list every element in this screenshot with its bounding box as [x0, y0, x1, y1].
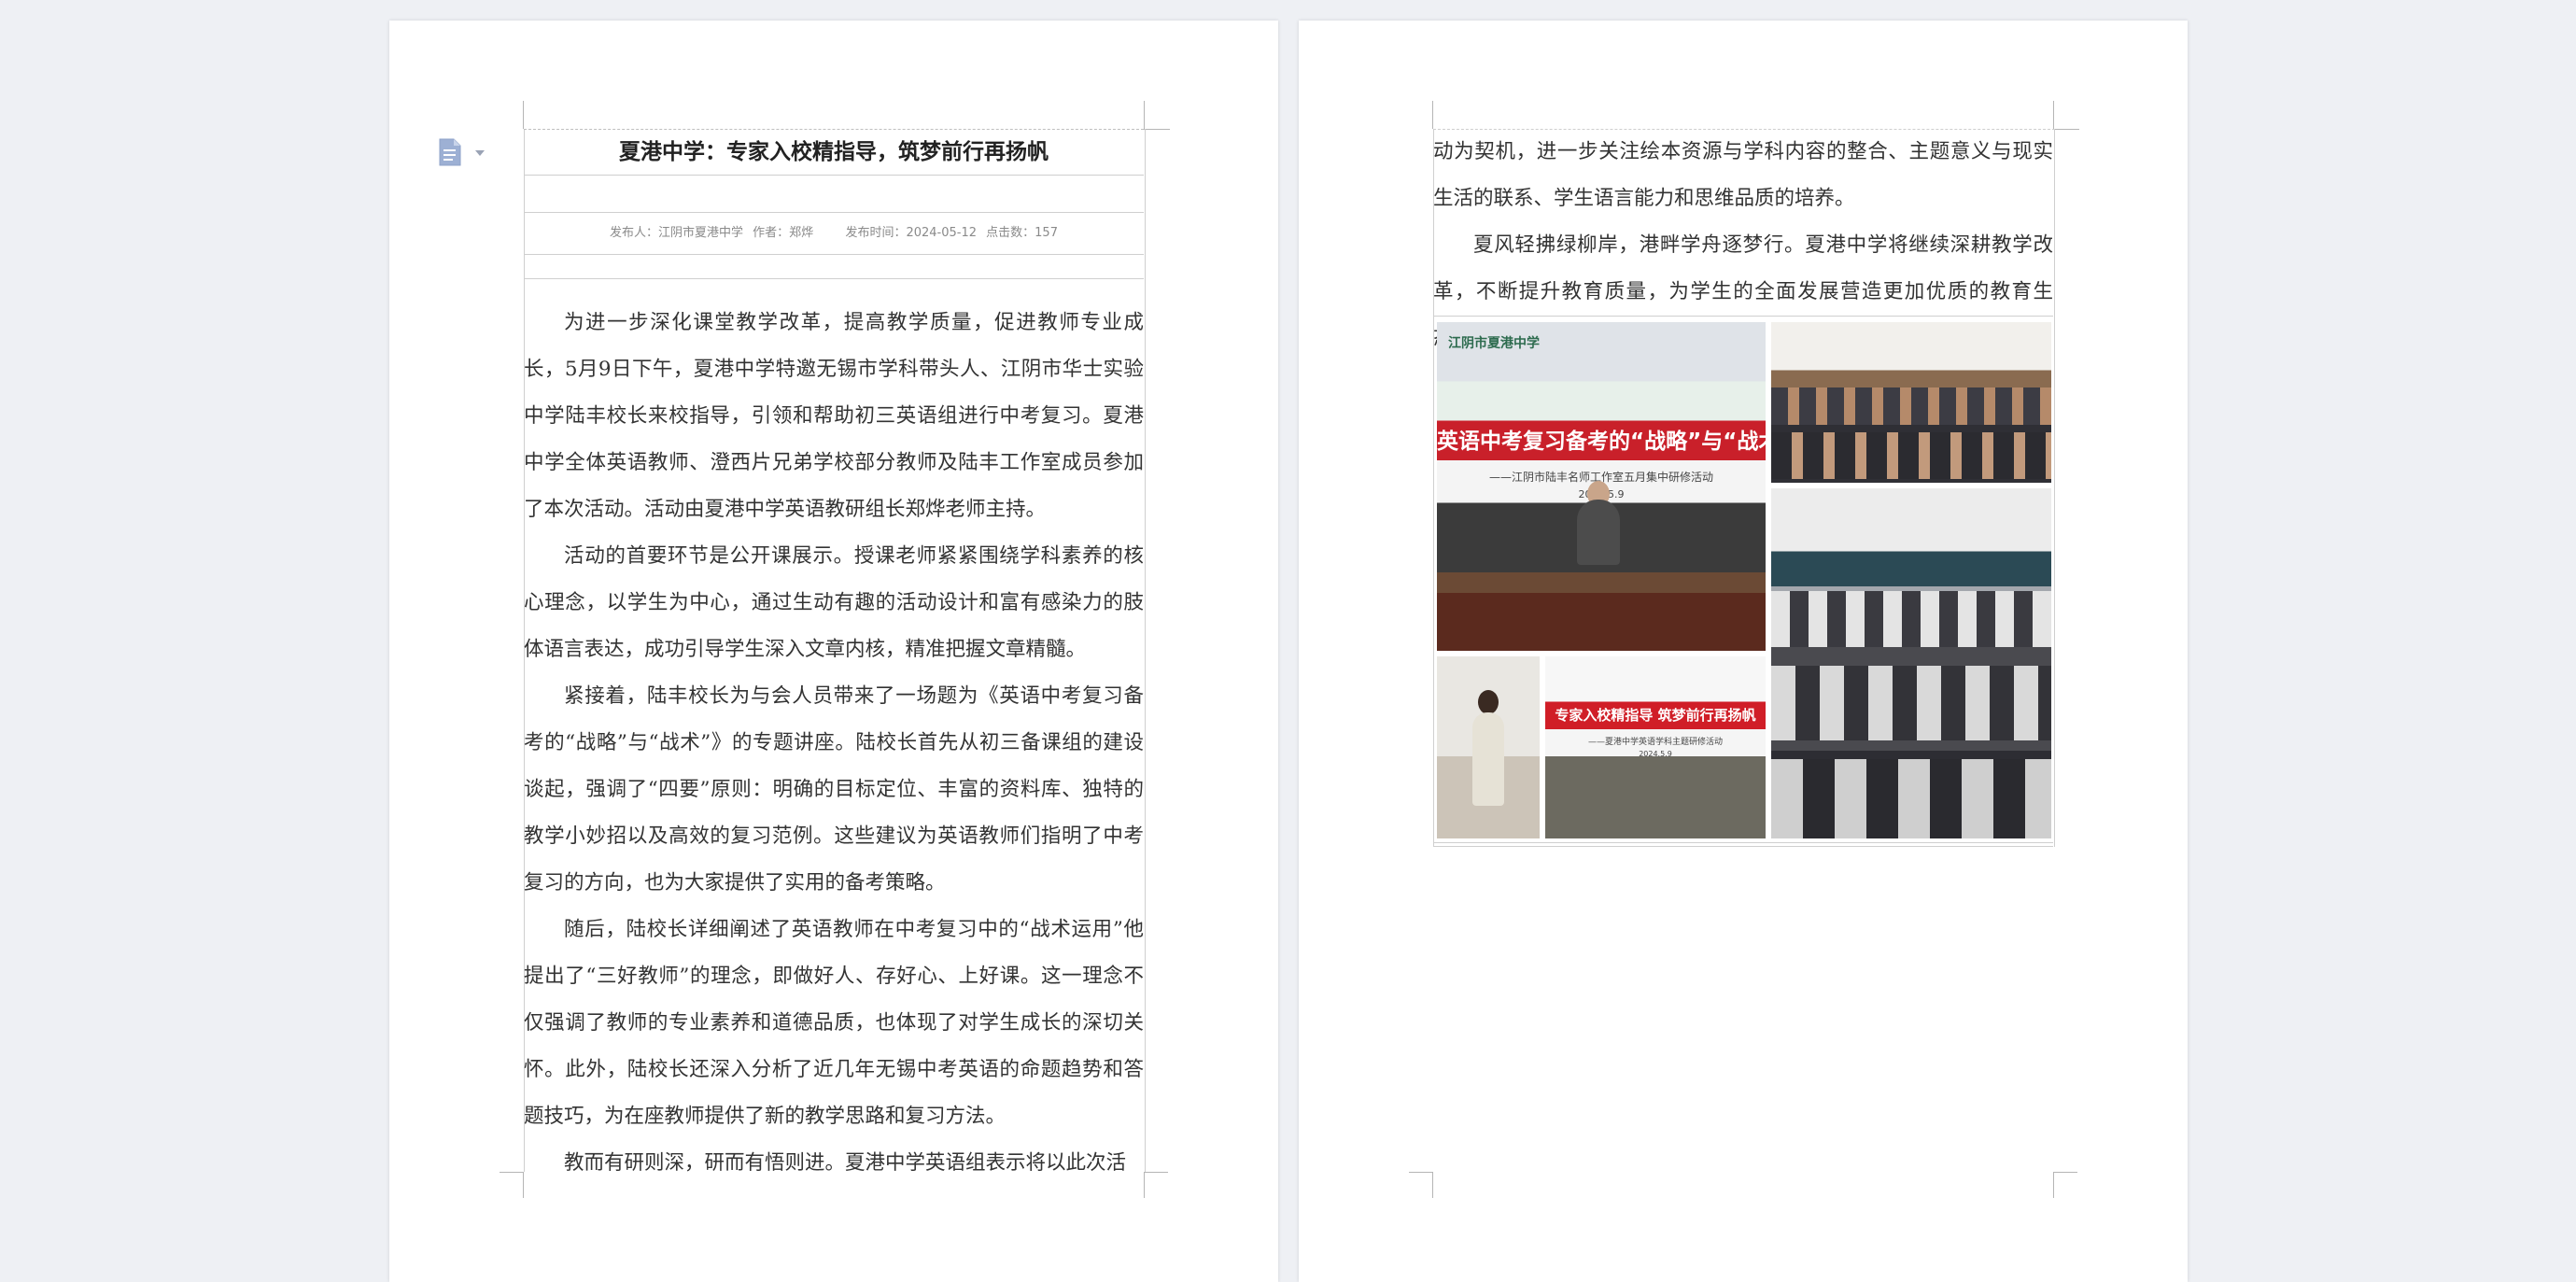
banner-title: 英语中考复习备考的“战略”与“战术”: [1437, 430, 1766, 454]
crop-mark: [1432, 101, 1433, 129]
document-page-2: 动为契机，进一步关注绘本资源与学科内容的整合、主题意义与现实生活的联系、学生语言…: [1299, 21, 2188, 1282]
crop-mark: [1432, 1172, 1433, 1198]
crop-mark: [500, 1172, 524, 1173]
banner-date: 2024.5.9: [1639, 750, 1672, 758]
paragraph: 教而有研则深，研而有悟则进。夏港中学英语组表示将以此次活: [564, 1151, 1127, 1175]
paragraph: 为进一步深化课堂教学改革，提高教学质量，促进教师专业成长，5月9日下午，夏港中学…: [524, 311, 1144, 521]
crop-mark: [2053, 101, 2054, 129]
student-rows: [1771, 666, 2051, 740]
student-rows: [1771, 759, 2051, 838]
crop-mark: [1144, 101, 1145, 129]
meta-publisher: 发布人：江阴市夏港中学: [610, 226, 744, 240]
divider: [524, 278, 1144, 279]
document-title: 夏港中学：专家入校精指导，筑梦前行再扬帆: [524, 129, 1144, 176]
banner-subtitle: ——夏港中学英语学科主题研修活动: [1587, 738, 1723, 747]
audience-rows: [1771, 387, 2051, 425]
crop-mark: [1144, 1172, 1168, 1173]
chevron-down-icon[interactable]: [475, 150, 485, 156]
meta-publish-time: 发布时间：2024-05-12: [845, 226, 978, 240]
audience-rows: [1771, 432, 2051, 479]
crop-mark: [2053, 1172, 2077, 1173]
article-body: 为进一步深化课堂教学改革，提高教学质量，促进教师专业成长，5月9日下午，夏港中学…: [524, 300, 1144, 1187]
document-icon[interactable]: [438, 138, 462, 166]
audience-photo: [1771, 322, 2051, 483]
crop-mark: [1144, 1172, 1145, 1198]
paragraph: 动为契机，进一步关注绘本资源与学科内容的整合、主题意义与现实生活的联系、学生语言…: [1433, 140, 2053, 210]
classroom-photo: [1771, 488, 2051, 838]
speaker-figure: [1577, 500, 1620, 565]
banner-school-name: 江阴市夏港中学: [1448, 336, 1540, 351]
document-page-1: 夏港中学：专家入校精指导，筑梦前行再扬帆 发布人：江阴市夏港中学 作者：郑烨 发…: [389, 21, 1278, 1282]
meta-author: 作者：郑烨: [753, 226, 814, 240]
crop-mark: [523, 101, 524, 129]
teacher-figure: [1472, 712, 1504, 806]
activity-banner-photo: 专家入校精指导 筑梦前行再扬帆 ——夏港中学英语学科主题研修活动 2024.5.…: [1545, 656, 1766, 838]
divider: [1433, 846, 2053, 847]
lectern-desk: [1437, 572, 1766, 593]
lecture-banner-photo: 江阴市夏港中学 英语中考复习备考的“战略”与“战术” ——江阴市陆丰名师工作室五…: [1437, 322, 1766, 651]
crop-mark: [2053, 1172, 2054, 1198]
paragraph: 随后，陆校长详细阐述了英语教师在中考复习中的“战术运用”他提出了“三好教师”的理…: [524, 918, 1144, 1128]
divider: [1433, 842, 2053, 843]
banner-title: 专家入校精指导 筑梦前行再扬帆: [1555, 707, 1756, 724]
student-rows: [1771, 591, 2051, 647]
paragraph: 紧接着，陆丰校长为与会人员带来了一场题为《英语中考复习备考的“战略”与“战术”》…: [524, 684, 1144, 895]
meta-clicks: 点击数：157: [986, 226, 1058, 240]
crop-mark: [1409, 1172, 1433, 1173]
teacher-photo: [1437, 656, 1540, 838]
document-meta: 发布人：江阴市夏港中学 作者：郑烨 发布时间：2024-05-12 点击数：15…: [524, 212, 1144, 255]
teacher-figure: [1478, 690, 1499, 714]
photo-collage: 江阴市夏港中学 英语中考复习备考的“战略”与“战术” ——江阴市陆丰名师工作室五…: [1437, 322, 2051, 838]
crop-mark: [1144, 129, 1170, 130]
crop-mark: [2053, 129, 2079, 130]
paragraph: 活动的首要环节是公开课展示。授课老师紧紧围绕学科素养的核心理念，以学生为中心，通…: [524, 544, 1144, 661]
